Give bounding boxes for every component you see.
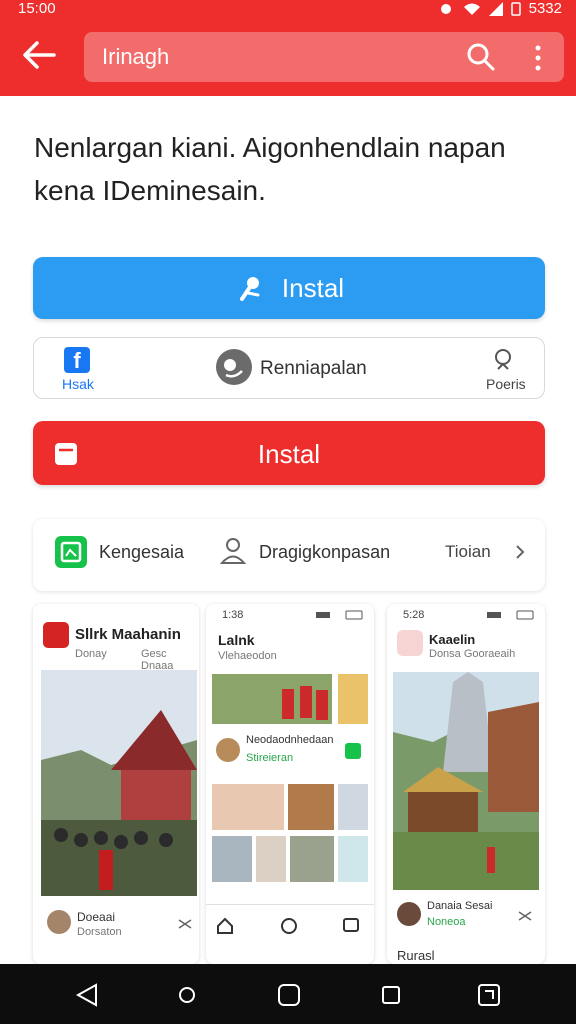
install-label-secondary: Instal	[257, 439, 321, 469]
signal-icon	[488, 1, 503, 16]
recents-nav-icon[interactable]	[378, 982, 404, 1008]
search-bar[interactable]	[84, 32, 564, 82]
card-2-subtitle: Vlehaeodon	[218, 650, 277, 662]
home-nav-icon[interactable]	[276, 982, 302, 1008]
phone-status-icons	[487, 610, 534, 620]
people-photo-strip	[212, 674, 368, 724]
phone-status-icons	[316, 610, 363, 620]
photo-grid	[212, 784, 368, 882]
chat-icon[interactable]	[280, 917, 298, 935]
category-item-3[interactable]: Tioian	[445, 542, 491, 562]
settings-icon	[440, 3, 451, 14]
status-time: 15:00	[18, 0, 56, 17]
card-2-row-sub: Stireieran	[246, 752, 294, 764]
system-icons: 5332	[437, 0, 562, 17]
footer-avatar-3	[397, 902, 421, 926]
back-arrow-icon[interactable]	[22, 40, 56, 70]
assistant-nav-icon[interactable]	[174, 982, 200, 1008]
status-bar: 15:00 5332	[0, 0, 576, 22]
message-icon[interactable]	[342, 917, 360, 935]
share-right-label[interactable]: Poeris	[486, 376, 526, 392]
install-button-secondary[interactable]: Instal	[33, 421, 545, 485]
share-left-label[interactable]: Hsak	[62, 376, 94, 392]
microphone-icon	[239, 277, 260, 301]
card-3-footer-name: Danaia Sesai	[427, 900, 493, 912]
screenshot-card-3[interactable]: 5:28 Kaaelin Donsa Gooraeaih Danaia Sesa…	[387, 604, 545, 964]
chevron-right-icon[interactable]	[513, 543, 527, 561]
card-3-subtitle: Donsa Gooraeaih	[429, 648, 516, 660]
card-3-title: Kaaelin	[429, 632, 476, 647]
shuffle-icon[interactable]	[517, 908, 533, 924]
list-avatar	[216, 738, 240, 762]
search-input[interactable]	[102, 42, 462, 72]
screenshot-nav-icon[interactable]	[476, 982, 502, 1008]
share-middle-label[interactable]: Renniapalan	[260, 358, 367, 380]
category-item-2[interactable]: Dragigkonpasan	[259, 542, 390, 563]
install-button-primary[interactable]: Instal	[33, 257, 545, 319]
chat-face-icon[interactable]	[216, 349, 252, 385]
app-bar: 15:00 5332	[0, 0, 576, 96]
share-options-row: f Hsak Renniapalan Poeris	[33, 337, 545, 399]
search-small-icon[interactable]	[492, 348, 514, 370]
install-label-primary: Instal	[281, 272, 345, 303]
category-item-1[interactable]: Kengesaia	[99, 542, 184, 563]
gallery-app-icon[interactable]	[55, 536, 87, 568]
user-icon[interactable]	[219, 536, 247, 564]
pagoda-photo	[393, 672, 539, 890]
battery-icon	[510, 1, 521, 16]
more-vertical-icon[interactable]	[532, 44, 544, 72]
card-2-time: 1:38	[222, 609, 244, 621]
facebook-icon[interactable]: f	[64, 347, 90, 373]
back-nav-icon[interactable]	[74, 982, 100, 1008]
card-3-footer-sub: Noneoa	[427, 916, 466, 928]
description-text: Nenlargan kiani. Aigonhendlain napan ken…	[34, 132, 506, 206]
wifi-icon	[463, 3, 480, 15]
gallery-app-icon-small[interactable]	[344, 742, 362, 760]
search-icon[interactable]	[466, 42, 496, 72]
app-icon-3	[397, 630, 423, 656]
card-1-sub2: Gesc Dnaaa	[141, 648, 174, 672]
app-icon-1	[43, 622, 69, 648]
card-3-bottom-label: Rurasl	[397, 948, 435, 963]
home-icon[interactable]	[216, 917, 234, 935]
bottom-nav-bar	[206, 904, 374, 950]
temple-photo	[41, 670, 197, 896]
screenshot-card-2[interactable]: 1:38 Lalnk Vlehaeodon Neodaodnhedaan Sti…	[206, 604, 374, 964]
card-1-sub1: Donay	[75, 648, 107, 660]
system-navigation-bar	[0, 964, 576, 1024]
battery-text: 5332	[528, 0, 562, 17]
card-3-time: 5:28	[403, 609, 425, 621]
shuffle-icon[interactable]	[177, 916, 193, 932]
screenshot-card-1[interactable]: Sllrk Maahanin Donay Gesc Dnaaa Doeaai D…	[33, 604, 199, 964]
category-row: Kengesaia Dragigkonpasan Tioian	[33, 519, 545, 591]
footer-avatar-1	[47, 910, 71, 934]
card-1-footer-sub: Dorsaton	[77, 926, 122, 938]
card-2-title: Lalnk	[218, 632, 255, 648]
card-1-footer-name: Doeaai	[77, 910, 116, 924]
card-1-title: Sllrk Maahanin	[75, 626, 181, 643]
card-2-row-name: Neodaodnhedaan	[246, 734, 334, 746]
